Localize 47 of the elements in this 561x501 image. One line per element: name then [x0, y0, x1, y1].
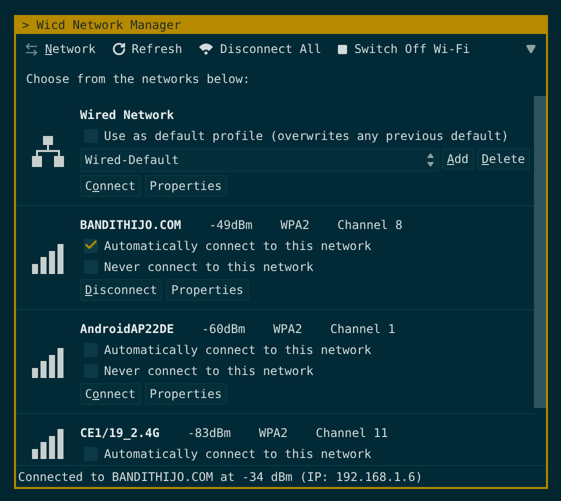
action-button[interactable]: Connect	[80, 175, 141, 197]
option-label: Never connect to this network	[104, 259, 314, 276]
window-title: > Wicd Network Manager	[16, 17, 546, 34]
square-icon	[337, 44, 348, 54]
checkbox[interactable]	[84, 239, 98, 253]
network-name: BANDITHIJO.COM	[80, 217, 182, 234]
profile-select[interactable]: Wired-Default	[80, 148, 439, 172]
action-button[interactable]: Properties	[166, 279, 249, 301]
security-type: WPA2	[258, 425, 288, 442]
channel: Channel 1	[330, 321, 396, 338]
toolbar-button[interactable]: Network	[24, 40, 96, 58]
action-button[interactable]: Disconnect	[80, 279, 162, 301]
arrows-icon	[24, 42, 39, 56]
security-type: WPA2	[280, 217, 310, 234]
toolbar-button[interactable]: Disconnect All	[198, 40, 322, 58]
wired-network-icon	[32, 136, 64, 168]
action-button[interactable]: Delete	[476, 148, 530, 170]
action-button[interactable]: Add	[442, 148, 474, 170]
signal-bars-icon	[32, 244, 64, 274]
option-label: Automatically connect to this network	[104, 446, 372, 463]
signal-strength: -49dBm	[209, 217, 253, 234]
action-button[interactable]: Properties	[144, 383, 227, 405]
network-name: Wired Network	[80, 107, 174, 124]
option-label: Automatically connect to this network	[104, 342, 372, 359]
toolbar-button[interactable]: Refresh	[112, 40, 182, 58]
scrollbar-thumb[interactable]	[534, 96, 546, 408]
signal-bars-icon	[32, 348, 64, 378]
status-bar: Connected to BANDITHIJO.COM at -34 dBm (IP: 192.168.1.6)	[16, 465, 546, 487]
dropdown-icon[interactable]	[526, 44, 536, 54]
wifi-off-icon	[198, 42, 214, 56]
refresh-icon	[112, 42, 126, 56]
option-label: Use as default profile (overwrites any previous default)	[104, 128, 509, 145]
security-type: WPA2	[273, 321, 302, 338]
option-label: Never connect to this network	[104, 363, 314, 380]
action-button[interactable]: Properties	[144, 175, 227, 197]
channel: Channel 8	[337, 217, 402, 234]
spinner-arrows-icon[interactable]	[426, 153, 434, 167]
toolbar-button[interactable]: Switch Off Wi-Fi	[337, 40, 470, 58]
signal-strength: -83dBm	[187, 425, 231, 442]
channel: Channel 11	[316, 425, 388, 442]
network-name: CE1/19_2.4G	[80, 425, 160, 442]
network-name: AndroidAP22DE	[80, 321, 174, 338]
prompt-text: Choose from the networks below:	[25, 71, 251, 88]
signal-strength: -60dBm	[202, 321, 246, 338]
action-button[interactable]: Connect	[80, 383, 141, 405]
option-label: Automatically connect to this network	[104, 238, 372, 255]
signal-bars-icon	[32, 428, 64, 458]
